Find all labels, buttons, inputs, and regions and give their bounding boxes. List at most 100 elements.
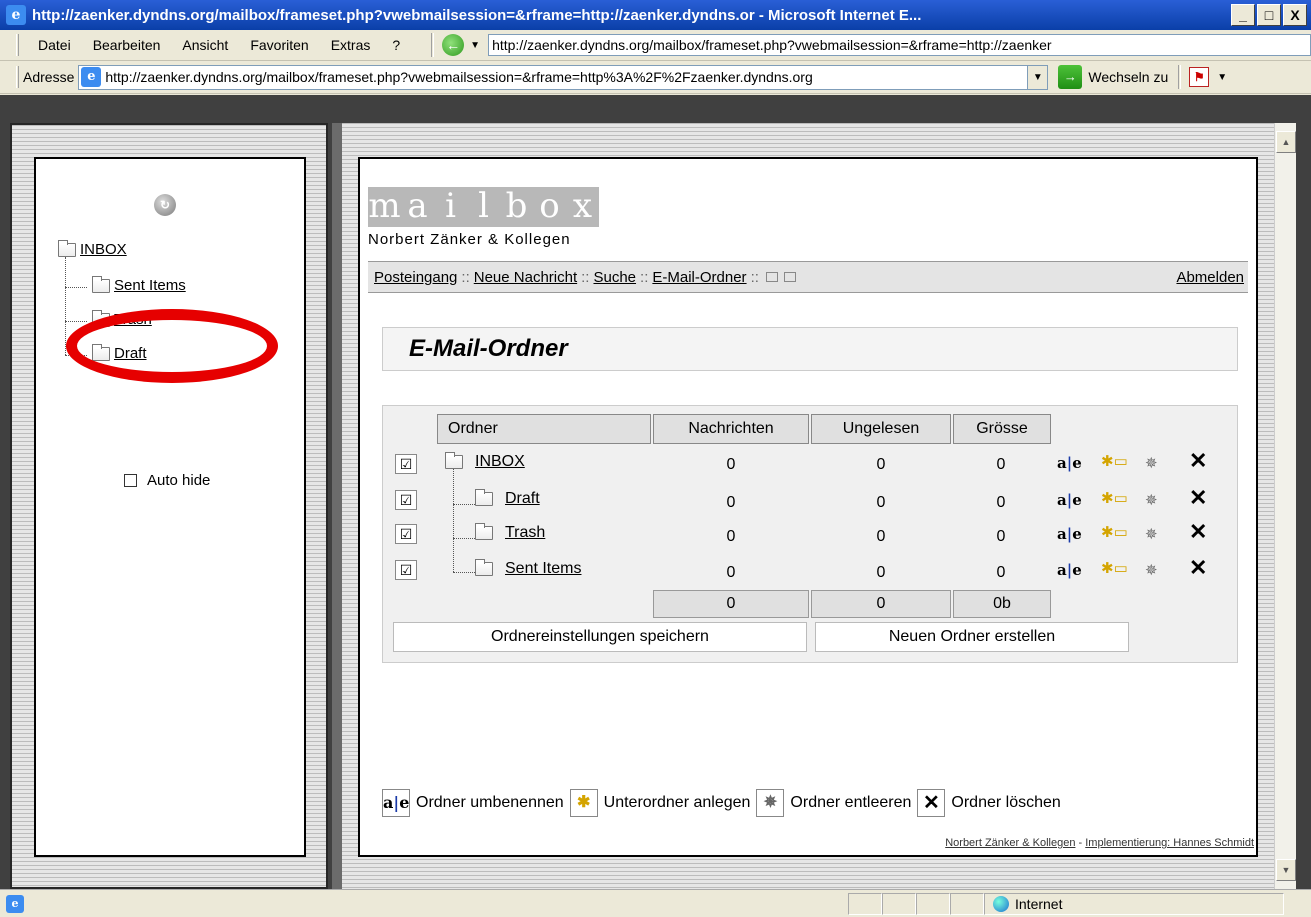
rename-icon[interactable]: a|e [1057,454,1082,472]
folder-checkbox-sent-items[interactable]: ☑ [395,560,417,580]
total-messages: 0 [653,590,809,618]
back-arrow-icon[interactable]: ← [442,34,465,56]
tree-item-sent-items[interactable]: Sent Items [92,275,186,294]
folder-checkbox-draft[interactable]: ☑ [395,490,417,510]
new-subfolder-icon[interactable]: ✱▭ [1101,523,1128,541]
nav-logout[interactable]: Abmelden [1176,269,1244,286]
menu-help[interactable]: ? [381,37,411,53]
empty-folder-icon[interactable]: ✵ [1145,454,1158,472]
empty-folder-icon[interactable]: ✵ [1145,491,1158,509]
tree-link-inbox[interactable]: INBOX [80,241,127,258]
scroll-down-icon[interactable]: ▼ [1276,859,1296,881]
auto-hide-checkbox[interactable] [124,474,137,487]
address-label: Adresse [23,69,75,85]
create-folder-button[interactable]: Neuen Ordner erstellen [815,622,1129,652]
menu-datei[interactable]: Datei [27,37,82,53]
go-arrow-icon[interactable]: → [1058,65,1083,89]
refresh-icon[interactable]: ↻ [154,194,176,216]
new-subfolder-icon[interactable]: ✱▭ [1101,489,1128,507]
single-view-icon[interactable] [783,272,796,282]
page-icon: e [81,67,102,87]
page-footer: Norbert Zänker & Kollegen - Implementier… [945,837,1254,849]
delete-folder-icon[interactable]: ✕ [1189,485,1207,511]
nav-separator: :: [461,268,470,286]
folder-link-trash[interactable]: Trash [505,524,545,542]
menu-ansicht[interactable]: Ansicht [171,37,239,53]
scroll-up-icon[interactable]: ▲ [1276,131,1296,153]
menu-favoriten[interactable]: Favoriten [239,37,319,53]
header-folder[interactable]: Ordner [437,414,651,444]
header-unread[interactable]: Ungelesen [811,414,951,444]
toolbar-grip[interactable] [16,34,19,56]
cell-size: 0 [996,528,1006,545]
folder-tree-frame: ↻ INBOX Sent Items Trash Draft Auto hide [34,157,306,857]
folder-link-sent-items[interactable]: Sent Items [505,560,581,578]
delete-folder-icon[interactable]: ✕ [1189,519,1207,545]
address-field[interactable]: e http://zaenker.dyndns.org/mailbox/fram… [78,64,1049,90]
frame-splitter[interactable] [332,123,342,889]
folder-link-inbox[interactable]: INBOX [475,453,525,471]
delete-folder-icon[interactable]: ✕ [1189,448,1207,474]
split-view-icon[interactable] [765,272,778,282]
zone-pane: Internet [984,892,1284,915]
table-row: Draft [475,489,540,508]
menu-extras[interactable]: Extras [320,37,382,53]
nav-search[interactable]: Suche [593,269,636,286]
cell-messages: 0 [726,456,736,473]
cell-messages: 0 [726,528,736,545]
nav-new-message[interactable]: Neue Nachricht [474,269,577,286]
folder-checkbox-inbox[interactable]: ☑ [395,454,417,474]
table-row: Sent Items [475,559,581,578]
back-dropdown-icon[interactable]: ▼ [470,40,480,51]
logo-letter: i [434,187,467,227]
menu-bearbeiten[interactable]: Bearbeiten [82,37,172,53]
nav-inbox[interactable]: Posteingang [374,269,457,286]
address-input[interactable]: http://zaenker.dyndns.org/mailbox/frames… [105,69,1027,85]
rename-icon[interactable]: a|e [1057,491,1082,509]
folder-link-draft[interactable]: Draft [505,490,540,508]
new-subfolder-icon[interactable]: ✱▭ [1101,452,1128,470]
cell-unread: 0 [876,494,886,511]
auto-hide-option[interactable]: Auto hide [124,472,210,489]
empty-folder-icon[interactable]: ✵ [1145,561,1158,579]
tree-line [453,538,475,539]
minimize-button[interactable]: _ [1231,4,1255,26]
rename-icon[interactable]: a|e [1057,525,1082,543]
new-subfolder-icon: ✱ [569,789,598,817]
close-button[interactable]: X [1283,4,1307,26]
zone-label: Internet [1015,895,1063,912]
footer-company-link[interactable]: Norbert Zänker & Kollegen [945,837,1075,849]
rename-icon: a|e [382,789,410,817]
legend-subfolder: Unterordner anlegen [603,794,751,811]
save-folder-settings-button[interactable]: Ordnereinstellungen speichern [393,622,807,652]
pdf-icon[interactable]: ⚑ [1189,67,1210,87]
header-size[interactable]: Grösse [953,414,1051,444]
maximize-button[interactable]: □ [1257,4,1281,26]
pdf-dropdown-icon[interactable]: ▼ [1217,72,1227,83]
footer-implementation-link[interactable]: Implementierung: Hannes Schmidt [1085,837,1254,849]
logo-letter: a [401,187,434,227]
go-button[interactable]: Wechseln zu [1088,69,1168,85]
logo-letter: x [566,187,599,227]
tree-item-inbox[interactable]: INBOX [58,239,127,258]
toolbar-separator [1178,65,1182,89]
toolbar-grip[interactable] [16,66,19,88]
folder-checkbox-trash[interactable]: ☑ [395,524,417,544]
tree-link-sent-items[interactable]: Sent Items [114,277,186,294]
new-subfolder-icon[interactable]: ✱▭ [1101,559,1128,577]
delete-folder-icon[interactable]: ✕ [1189,555,1207,581]
vertical-scrollbar[interactable]: ▲ ▼ [1274,123,1296,889]
cell-unread: 0 [876,564,886,581]
rename-icon[interactable]: a|e [1057,561,1082,579]
address-dropdown-icon[interactable]: ▼ [1027,65,1048,89]
cell-unread: 0 [876,456,886,473]
auto-hide-label: Auto hide [147,472,211,489]
logo-subtitle: Norbert Zänker & Kollegen [368,231,571,248]
empty-folder-icon[interactable]: ✵ [1145,525,1158,543]
tree-line [453,468,454,572]
header-messages[interactable]: Nachrichten [653,414,809,444]
nav-separator: :: [640,268,649,286]
tree-line [65,321,87,322]
nav-folders[interactable]: E-Mail-Ordner [652,269,746,286]
links-url-field[interactable]: http://zaenker.dyndns.org/mailbox/frames… [488,34,1311,56]
